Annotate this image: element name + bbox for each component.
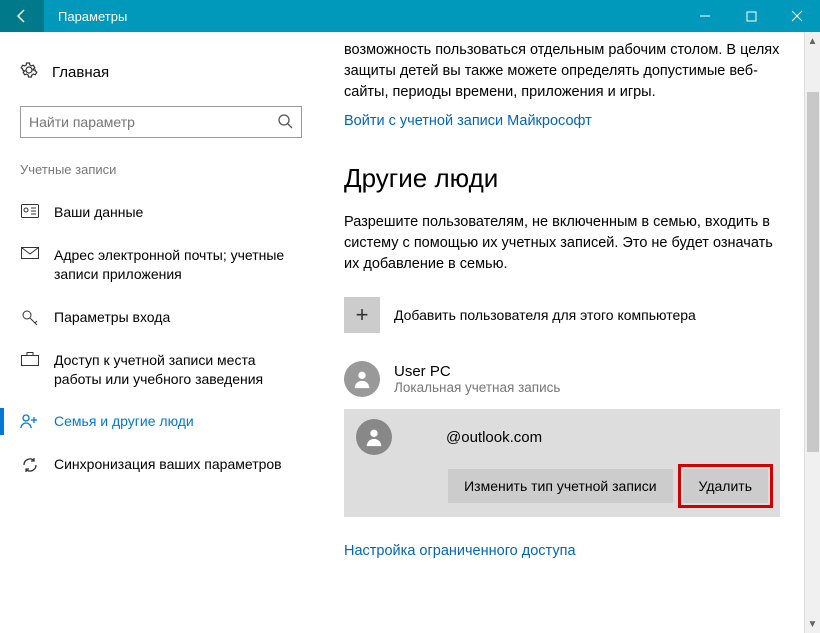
selected-user-card: @outlook.com Изменить тип учетной записи… [344, 409, 780, 517]
user-type: Локальная учетная запись [394, 380, 560, 395]
add-user-button[interactable]: + Добавить пользователя для этого компью… [344, 297, 780, 333]
person-card-icon [20, 204, 40, 218]
sidebar-item-email[interactable]: Адрес электронной почты; учетные записи … [20, 234, 316, 296]
minimize-button[interactable] [682, 0, 728, 32]
titlebar: Параметры [0, 0, 820, 32]
plus-icon: + [344, 297, 380, 333]
scroll-down-arrow[interactable]: ▼ [805, 615, 820, 633]
back-button[interactable] [0, 0, 44, 32]
user-row[interactable]: User PC Локальная учетная запись [344, 355, 780, 403]
maximize-button[interactable] [728, 0, 774, 32]
vertical-scrollbar[interactable]: ▲ ▼ [804, 32, 820, 633]
sidebar-item-label: Синхронизация ваших параметров [54, 455, 302, 474]
sidebar-section-label: Учетные записи [20, 162, 316, 177]
avatar-icon [356, 419, 392, 455]
scroll-thumb[interactable] [807, 92, 819, 452]
people-icon [20, 413, 40, 429]
window-title: Параметры [44, 9, 127, 24]
nav-home-label: Главная [52, 64, 109, 81]
sidebar: Главная Учетные записи Ваши данные Адрес… [0, 32, 316, 633]
sidebar-item-signin[interactable]: Параметры входа [20, 296, 316, 339]
section-description: Разрешите пользователям, не включенным в… [344, 212, 780, 275]
search-input-wrap[interactable] [20, 106, 302, 138]
sidebar-item-sync[interactable]: Синхронизация ваших параметров [20, 443, 316, 486]
avatar-icon [344, 361, 380, 397]
briefcase-icon [20, 352, 40, 366]
sidebar-item-label: Доступ к учетной записи места работы или… [54, 351, 316, 389]
ms-signin-link[interactable]: Войти с учетной записи Майкрософт [344, 113, 780, 129]
key-icon [20, 309, 40, 327]
sidebar-item-family[interactable]: Семья и другие люди [20, 400, 316, 443]
sidebar-item-label: Адрес электронной почты; учетные записи … [54, 246, 316, 284]
user-row-selected[interactable]: @outlook.com [356, 419, 768, 469]
user-name: @outlook.com [406, 429, 542, 446]
user-name: User PC [394, 363, 560, 380]
sidebar-item-label: Параметры входа [54, 308, 190, 327]
add-user-label: Добавить пользователя для этого компьюте… [394, 307, 696, 323]
delete-user-button[interactable]: Удалить [683, 469, 768, 503]
mail-icon [20, 247, 40, 259]
sidebar-item-label: Ваши данные [54, 203, 163, 222]
search-icon [277, 113, 293, 132]
content-area: возможность пользоваться отдельным рабоч… [316, 32, 820, 633]
sidebar-item-work[interactable]: Доступ к учетной записи места работы или… [20, 339, 316, 401]
nav-home[interactable]: Главная [20, 52, 316, 92]
restricted-access-link[interactable]: Настройка ограниченного доступа [344, 543, 780, 559]
section-title: Другие люди [344, 163, 780, 194]
sidebar-item-your-info[interactable]: Ваши данные [20, 191, 316, 234]
close-button[interactable] [774, 0, 820, 32]
gear-icon [20, 61, 38, 83]
sync-icon [20, 456, 40, 474]
change-account-type-button[interactable]: Изменить тип учетной записи [448, 469, 672, 503]
sidebar-item-label: Семья и другие люди [54, 412, 214, 431]
scroll-up-arrow[interactable]: ▲ [805, 32, 820, 50]
search-input[interactable] [29, 114, 277, 130]
intro-text: возможность пользоваться отдельным рабоч… [344, 40, 780, 103]
